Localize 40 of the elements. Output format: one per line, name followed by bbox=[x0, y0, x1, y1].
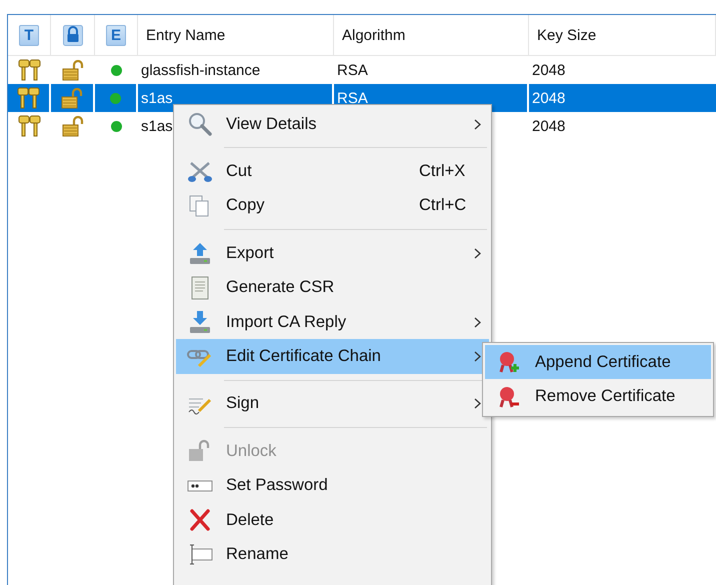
table-cell[interactable]: s1as bbox=[141, 118, 173, 134]
menu-item[interactable]: Cut Ctrl+X bbox=[176, 154, 489, 189]
scissors-icon bbox=[187, 160, 213, 184]
menu-item[interactable]: Edit Certificate Chain bbox=[176, 339, 489, 374]
table-cell[interactable]: s1as bbox=[141, 90, 173, 106]
column-header[interactable]: E bbox=[106, 24, 126, 46]
menu-item[interactable]: Import CA Reply bbox=[176, 304, 489, 340]
menu-item[interactable]: Delete bbox=[176, 502, 489, 538]
chevron-right-icon bbox=[474, 351, 481, 362]
export-icon bbox=[187, 241, 213, 266]
chevron-right-icon bbox=[474, 316, 481, 328]
table-cell: RSA bbox=[337, 62, 368, 78]
magnifier-icon bbox=[187, 112, 213, 136]
column-header[interactable]: T bbox=[19, 24, 39, 46]
table-cell[interactable]: glassfish-instance bbox=[141, 62, 260, 78]
menu-item[interactable]: Rename bbox=[176, 537, 489, 572]
chevron-right-icon bbox=[474, 118, 481, 130]
menu-item[interactable]: Remove Certificate bbox=[485, 379, 711, 414]
table-cell: 2048 bbox=[532, 90, 566, 106]
delete-icon bbox=[187, 508, 213, 532]
chevron-right-icon bbox=[474, 398, 481, 410]
chevron-right-icon bbox=[474, 248, 481, 259]
menu-item[interactable]: Copy Ctrl+C bbox=[176, 188, 489, 224]
menu-item[interactable]: Append Certificate bbox=[485, 345, 711, 380]
column-header[interactable]: Key Size bbox=[537, 26, 596, 44]
menu-item[interactable]: Set Password bbox=[176, 468, 489, 503]
import-icon bbox=[187, 310, 213, 334]
column-header[interactable]: Algorithm bbox=[342, 26, 406, 44]
keys-icon bbox=[18, 115, 42, 137]
menu-item[interactable]: Export bbox=[176, 236, 489, 271]
lock-icon bbox=[62, 24, 82, 46]
column-header[interactable]: Entry Name bbox=[146, 26, 226, 44]
rename-field-icon bbox=[187, 542, 213, 566]
keys-icon bbox=[16, 87, 40, 109]
table-cell: 2048 bbox=[532, 118, 566, 134]
menu-item[interactable]: Generate CSR bbox=[176, 270, 489, 305]
table-cell: 2048 bbox=[532, 62, 566, 78]
menu-item[interactable]: View Details bbox=[176, 107, 489, 142]
keys-icon bbox=[18, 59, 42, 81]
table-cell: RSA bbox=[337, 90, 368, 106]
